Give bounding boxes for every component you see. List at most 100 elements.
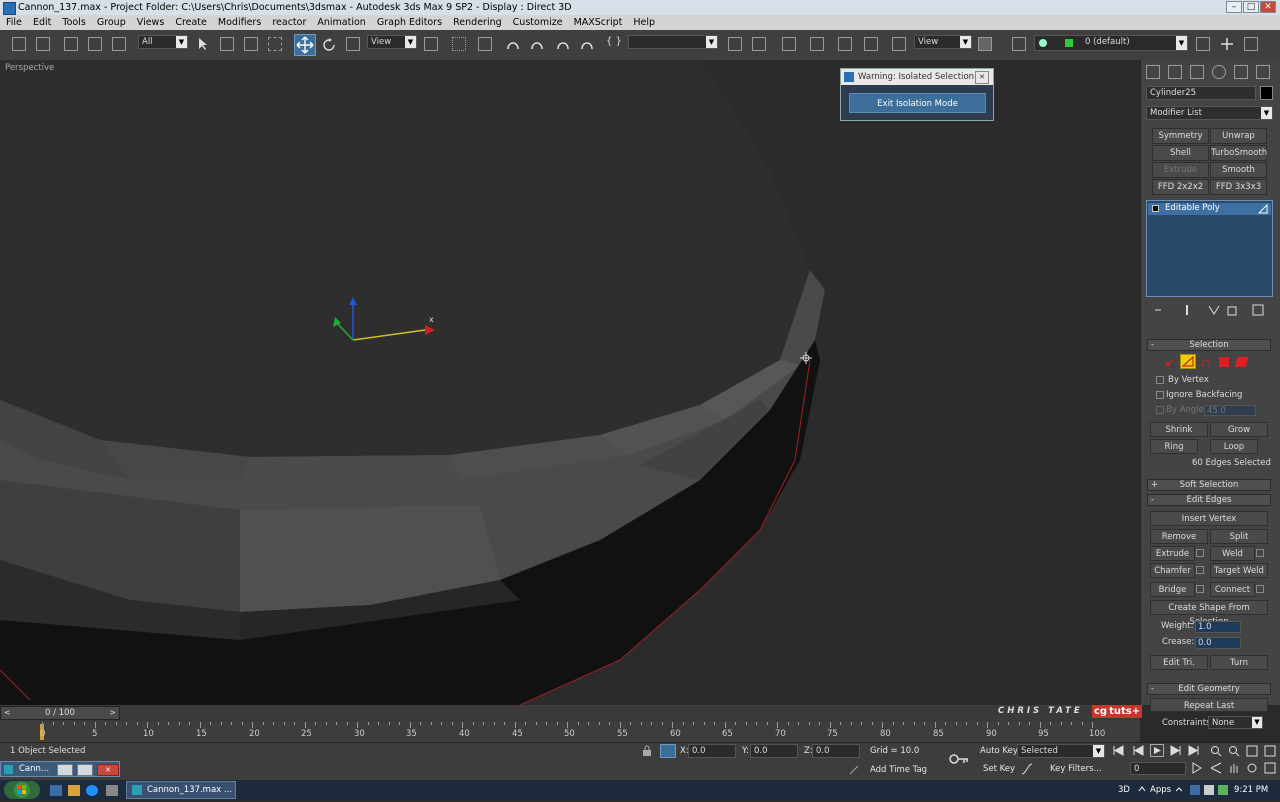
prev-frame-arrow-icon[interactable]: < (4, 707, 11, 719)
network-icon[interactable] (1190, 785, 1200, 795)
object-name-field[interactable]: Cylinder25 (1146, 86, 1256, 100)
set-key-icon[interactable] (948, 751, 970, 767)
quick-render-icon[interactable] (978, 37, 992, 51)
layer-icon[interactable] (1012, 37, 1026, 51)
pan-icon[interactable] (1228, 762, 1240, 774)
rectangular-selection-icon[interactable] (244, 37, 258, 51)
menu-help[interactable]: Help (633, 15, 655, 30)
time-slider-track[interactable] (0, 706, 1140, 721)
make-unique-icon[interactable] (1208, 304, 1220, 316)
layer-dropdown[interactable]: 0 (default) ▼ (1034, 35, 1188, 51)
key-mode-dropdown[interactable]: Selected ▼ (1017, 744, 1105, 758)
material-editor-icon[interactable] (864, 37, 878, 51)
extrude-settings-icon[interactable] (1196, 549, 1204, 557)
insert-vertex-button[interactable]: Insert Vertex (1150, 511, 1268, 526)
mini-maximize-button[interactable] (77, 764, 93, 776)
tray-3d-indicator[interactable]: 3D (1118, 785, 1130, 795)
motion-tab-icon[interactable] (1212, 65, 1226, 79)
vertex-subobject-icon[interactable] (1164, 356, 1176, 368)
reference-coordinate-dropdown[interactable]: View ▼ (367, 35, 417, 49)
time-slider[interactable]: < 0 / 100 > (0, 706, 120, 720)
ignore-backfacing-checkbox[interactable] (1156, 391, 1164, 399)
weld-settings-icon[interactable] (1256, 549, 1264, 557)
align-icon[interactable] (752, 37, 766, 51)
soft-selection-rollout-header[interactable]: + Soft Selection (1147, 479, 1271, 491)
edit-edges-rollout-header[interactable]: - Edit Edges (1147, 494, 1271, 506)
modifier-list-dropdown[interactable]: Modifier List ▼ (1146, 106, 1273, 120)
turn-button[interactable]: Turn (1210, 655, 1268, 670)
percent-snap-icon[interactable] (556, 37, 570, 51)
absolute-mode-transform-icon[interactable] (660, 744, 676, 758)
connect-settings-icon[interactable] (1256, 585, 1264, 593)
volume-icon[interactable] (1204, 785, 1214, 795)
schematic-view-icon[interactable] (838, 37, 852, 51)
stack-item-editable-poly[interactable]: Editable Poly (1148, 203, 1271, 215)
menu-modifiers[interactable]: Modifiers (218, 15, 261, 30)
shrink-button[interactable]: Shrink (1150, 422, 1208, 437)
mini-restore-button[interactable] (57, 764, 73, 776)
render-setup-icon[interactable] (892, 37, 906, 51)
edit-named-selection-icon[interactable]: { } (606, 36, 622, 47)
modifier-extrude-button[interactable]: Extrude (1152, 162, 1209, 178)
repeat-last-button[interactable]: Repeat Last (1150, 698, 1268, 712)
edit-geometry-rollout-header[interactable]: - Edit Geometry (1147, 683, 1271, 695)
key-filters-button[interactable]: Key Filters... (1050, 764, 1102, 774)
exit-isolation-mode-button[interactable]: Exit Isolation Mode (849, 93, 986, 113)
transform-gizmo[interactable]: x (325, 295, 445, 365)
add-selection-to-layer-icon[interactable] (1220, 37, 1234, 51)
display-tab-icon[interactable] (1234, 65, 1248, 79)
browser-icon[interactable] (86, 785, 98, 796)
weld-button[interactable]: Weld (1210, 546, 1255, 561)
stack-expand-icon[interactable] (1152, 205, 1159, 212)
y-coordinate-field[interactable]: 0.0 (750, 744, 798, 758)
pin-stack-icon[interactable] (1153, 304, 1163, 316)
clock[interactable]: 9:21 PM (1234, 785, 1268, 795)
modifier-shell-button[interactable]: Shell (1152, 145, 1209, 161)
create-layer-icon[interactable] (1196, 37, 1210, 51)
mini-close-button[interactable]: ✕ (97, 764, 119, 776)
tray-apps-label[interactable]: Apps (1150, 785, 1171, 795)
curve-editor-icon[interactable] (810, 37, 824, 51)
grow-button[interactable]: Grow (1210, 422, 1268, 437)
menu-maxscript[interactable]: MAXScript (574, 15, 623, 30)
create-tab-icon[interactable] (1146, 65, 1160, 79)
modifier-turbosmooth-button[interactable]: TurboSmooth (1210, 145, 1267, 161)
selection-rollout-header[interactable]: - Selection (1147, 339, 1271, 351)
menu-reactor[interactable]: reactor (272, 15, 306, 30)
chamfer-button[interactable]: Chamfer (1150, 563, 1195, 578)
menu-edit[interactable]: Edit (33, 15, 51, 30)
time-tag-icon[interactable] (848, 764, 860, 776)
bridge-button[interactable]: Bridge (1150, 582, 1195, 597)
tray-arrow-icon[interactable] (1138, 785, 1146, 793)
spinner-snap-icon[interactable] (580, 37, 594, 51)
next-frame-arrow-icon[interactable]: > (109, 707, 116, 719)
select-in-layer-icon[interactable] (1244, 37, 1258, 51)
x-coordinate-field[interactable]: 0.0 (688, 744, 736, 758)
select-scale-icon[interactable] (346, 37, 360, 51)
dialog-close-icon[interactable]: ✕ (975, 71, 989, 84)
taskbar-app-button[interactable]: Cannon_137.max ... (126, 781, 236, 799)
key-mode-toggle-icon[interactable] (1192, 762, 1204, 774)
split-button[interactable]: Split (1210, 529, 1268, 544)
perspective-viewport[interactable]: x (0, 60, 1140, 705)
modifier-ffd2x2x2-button[interactable]: FFD 2x2x2 (1152, 179, 1209, 195)
quick-launch-icon[interactable] (106, 785, 118, 796)
layer-manager-icon[interactable] (782, 37, 796, 51)
remove-button[interactable]: Remove (1150, 529, 1208, 544)
select-rotate-icon[interactable] (322, 38, 336, 52)
render-type-dropdown[interactable]: View ▼ (914, 35, 972, 49)
target-weld-button[interactable]: Target Weld (1210, 563, 1268, 578)
add-time-tag-button[interactable]: Add Time Tag (870, 765, 927, 775)
mirror-icon[interactable] (728, 37, 742, 51)
menu-create[interactable]: Create (175, 15, 207, 30)
modifier-symmetry-button[interactable]: Symmetry (1152, 128, 1209, 144)
arc-rotate-icon[interactable] (1246, 762, 1258, 774)
constraints-dropdown[interactable]: None ▼ (1208, 716, 1263, 729)
next-frame-icon[interactable] (1170, 745, 1182, 756)
previous-frame-icon[interactable] (1132, 745, 1144, 756)
zoom-icon[interactable] (1210, 745, 1222, 757)
3dsmax-app-icon[interactable] (3, 2, 16, 15)
select-object-icon[interactable] (196, 37, 210, 51)
menu-rendering[interactable]: Rendering (453, 15, 502, 30)
minimize-button[interactable]: – (1226, 1, 1242, 13)
